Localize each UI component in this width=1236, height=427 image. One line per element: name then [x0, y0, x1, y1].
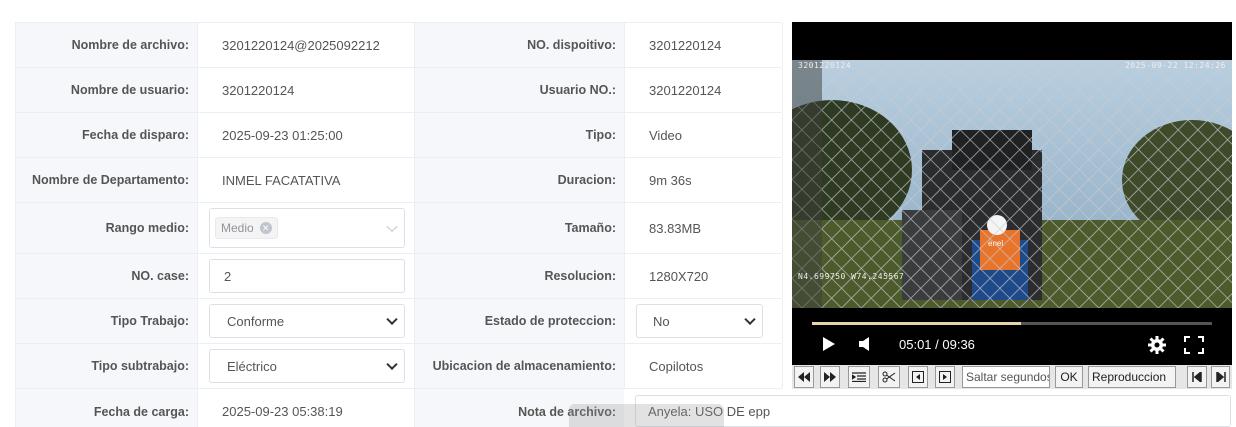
label-duration: Duracion:: [415, 158, 624, 202]
list-icon[interactable]: [848, 366, 870, 388]
scissors-icon[interactable]: [878, 366, 900, 388]
protection-cell: No: [624, 299, 783, 343]
label-work-type: Tipo Trabajo:: [16, 299, 197, 343]
chevron-down-icon: [744, 313, 756, 326]
chevron-down-icon: [386, 220, 398, 233]
volume-icon[interactable]: [858, 336, 872, 352]
video-player[interactable]: enel 3201220124 2025-09-22 12:24:26 N4.6…: [792, 22, 1232, 365]
value-upload-date: 2025-09-23 05:38:19: [197, 389, 415, 427]
osd-gps: N4.699750 W74.245567: [798, 272, 905, 281]
skip-start-icon[interactable]: [1187, 366, 1207, 388]
osd-datetime: 2025-09-22 12:24:26: [1124, 61, 1226, 70]
rewind-icon[interactable]: [794, 366, 814, 388]
subtype-select[interactable]: Eléctrico: [209, 349, 405, 383]
value-username: 3201220124: [197, 68, 415, 112]
play-icon[interactable]: [822, 336, 836, 352]
work-type-cell: Conforme: [197, 299, 415, 343]
label-range: Rango medio:: [16, 203, 197, 253]
row-filename: Nombre de archivo: 3201220124@2025092212…: [16, 23, 783, 68]
subtype-cell: Eléctrico: [197, 344, 415, 388]
value-storage: Copilotos: [624, 344, 783, 388]
settings-gear-icon[interactable]: [1147, 335, 1167, 355]
label-device-no: NO. dispoitivo:: [415, 23, 624, 67]
skip-end-icon[interactable]: [1211, 366, 1230, 388]
row-work-type: Tipo Trabajo: Conforme Estado de protecc…: [16, 299, 783, 344]
protection-value: No: [653, 313, 670, 329]
label-username: Nombre de usuario:: [16, 68, 197, 112]
row-subtype: Tipo subtrabajo: Eléctrico Ubicacion de …: [16, 344, 783, 389]
row-case: NO. case: 2 Resolucion: 1280X720: [16, 254, 783, 299]
fast-forward-icon[interactable]: [820, 366, 840, 388]
range-tag: Medio ✕: [215, 217, 278, 239]
value-device-no: 3201220124: [624, 23, 783, 67]
value-resolution: 1280X720: [624, 254, 783, 298]
file-note-input[interactable]: Anyela: USO DE epp: [635, 395, 1231, 427]
row-department: Nombre de Departamento: INMEL FACATATIVA…: [16, 158, 783, 203]
label-filename: Nombre de archivo:: [16, 23, 197, 67]
next-frame-icon[interactable]: [935, 366, 955, 388]
label-size: Tamaño:: [415, 203, 624, 253]
prev-frame-icon[interactable]: [908, 366, 928, 388]
video-time: 05:01 / 09:36: [899, 337, 975, 352]
value-filename: 3201220124@2025092212: [197, 23, 415, 67]
case-cell: 2: [197, 254, 415, 298]
work-type-value: Conforme: [227, 313, 285, 329]
work-type-select[interactable]: Conforme: [209, 304, 405, 338]
range-select[interactable]: Medio ✕: [209, 208, 405, 248]
value-trigger-date: 2025-09-23 01:25:00: [197, 113, 415, 157]
case-input[interactable]: 2: [209, 259, 405, 293]
row-trigger-date: Fecha de disparo: 2025-09-23 01:25:00 Ti…: [16, 113, 783, 158]
label-user-no: Usuario NO.:: [415, 68, 624, 112]
label-subtype: Tipo subtrabajo:: [16, 344, 197, 388]
label-department: Nombre de Departamento:: [16, 158, 197, 202]
value-department: INMEL FACATATIVA: [197, 158, 415, 202]
subtype-value: Eléctrico: [227, 358, 277, 374]
video-progress-fill: [812, 322, 1021, 325]
drag-ghost: [569, 404, 724, 427]
row-username: Nombre de usuario: 3201220124 Usuario NO…: [16, 68, 783, 113]
video-frame[interactable]: enel: [792, 60, 1232, 308]
protection-select[interactable]: No: [636, 304, 763, 338]
chevron-down-icon: [386, 358, 398, 371]
ok-button[interactable]: OK: [1055, 366, 1083, 388]
label-protection-state: Estado de proteccion:: [415, 299, 624, 343]
playback-button[interactable]: Reproduccion: [1088, 366, 1176, 388]
label-upload-date: Fecha de carga:: [16, 389, 197, 427]
osd-device-id: 3201220124: [798, 61, 852, 70]
range-tag-label: Medio: [221, 221, 254, 235]
label-resolution: Resolucion:: [415, 254, 624, 298]
seek-seconds-input[interactable]: Saltar segundos: [962, 366, 1050, 388]
value-type: Video: [624, 113, 783, 157]
range-cell: Medio ✕: [197, 203, 415, 253]
fullscreen-icon[interactable]: [1184, 336, 1204, 354]
value-size: 83.83MB: [624, 203, 783, 253]
row-range: Rango medio: Medio ✕ Tamaño: 83.83MB: [16, 203, 783, 254]
value-duration: 9m 36s: [624, 158, 783, 202]
label-storage: Ubicacion de almacenamiento:: [415, 344, 624, 388]
value-user-no: 3201220124: [624, 68, 783, 112]
label-case: NO. case:: [16, 254, 197, 298]
playback-toolbar: Saltar segundos OK Reproduccion: [792, 365, 1232, 389]
file-details-table: Nombre de archivo: 3201220124@2025092212…: [15, 22, 783, 427]
label-trigger-date: Fecha de disparo:: [16, 113, 197, 157]
label-type: Tipo:: [415, 113, 624, 157]
video-progress-bar[interactable]: [812, 322, 1212, 325]
chevron-down-icon: [386, 313, 398, 326]
tag-close-icon[interactable]: ✕: [259, 222, 272, 234]
